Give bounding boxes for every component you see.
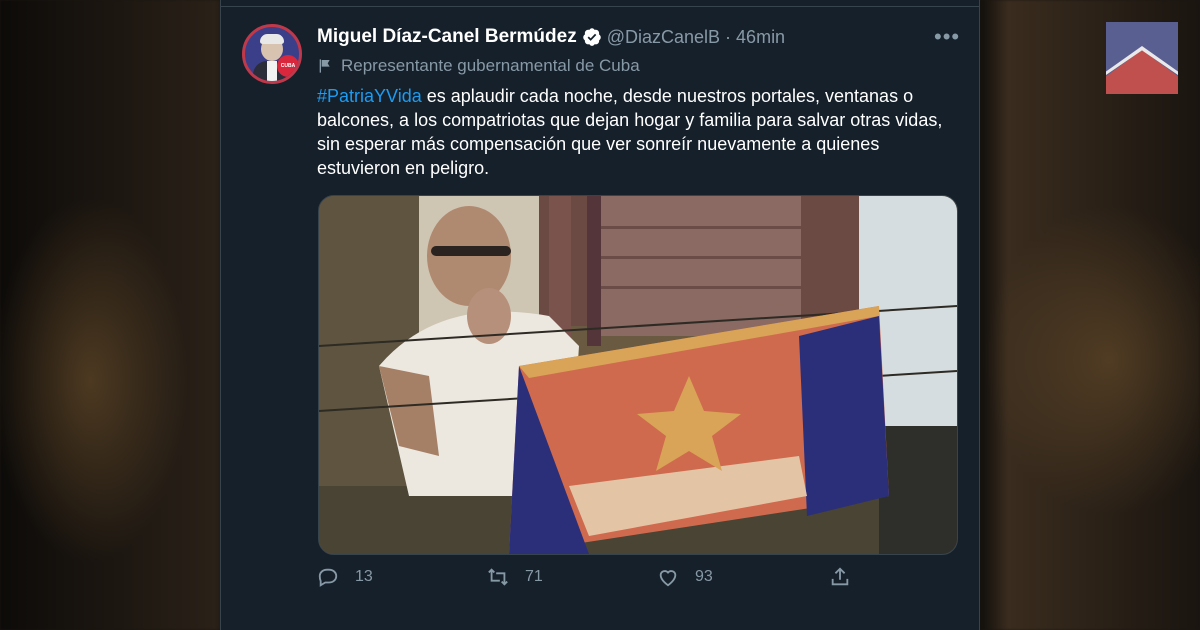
verified-badge-icon — [582, 28, 601, 46]
retweet-button[interactable]: 71 — [487, 566, 543, 588]
heart-icon — [659, 570, 677, 587]
separator-dot: · — [725, 26, 732, 47]
site-logo — [1106, 22, 1178, 94]
tweet-text: #PatriaYVida es aplaudir cada noche, des… — [317, 84, 967, 180]
tweet-card: CUBA VIVE Miguel Díaz-Canel Bermúdez @Di… — [220, 0, 980, 630]
author-name[interactable]: Miguel Díaz-Canel Bermúdez — [317, 26, 577, 48]
avatar[interactable]: CUBA VIVE — [242, 24, 302, 84]
tweet-header: Miguel Díaz-Canel Bermúdez @DiazCanelB ·… — [317, 25, 785, 49]
share-icon — [831, 567, 849, 586]
tweet-timestamp[interactable]: 46min — [736, 27, 785, 48]
retweet-count: 71 — [525, 568, 543, 585]
government-label: Representante gubernamental de Cuba — [317, 56, 640, 76]
author-handle[interactable]: @DiazCanelB — [607, 27, 720, 48]
hashtag-link[interactable]: #PatriaYVida — [317, 86, 422, 106]
avatar-shirt — [267, 61, 277, 81]
avatar-hair — [260, 34, 284, 44]
photo-man-with-flag — [319, 196, 957, 554]
like-button[interactable]: 93 — [657, 566, 713, 588]
tweet-actions: 13 71 93 — [317, 566, 877, 596]
retweet-icon — [488, 568, 508, 586]
avatar-badge: CUBA VIVE — [277, 55, 299, 77]
government-label-text: Representante gubernamental de Cuba — [341, 56, 640, 75]
logo-roof-shape — [1106, 50, 1178, 94]
reply-icon — [318, 568, 338, 587]
reply-button[interactable]: 13 — [317, 566, 373, 588]
tweet-photo[interactable] — [318, 195, 958, 555]
reply-count: 13 — [355, 568, 373, 585]
like-count: 93 — [695, 568, 713, 585]
share-button[interactable] — [829, 566, 851, 588]
flag-icon — [319, 59, 330, 73]
divider — [221, 6, 979, 7]
more-options-icon[interactable]: ••• — [934, 24, 960, 50]
